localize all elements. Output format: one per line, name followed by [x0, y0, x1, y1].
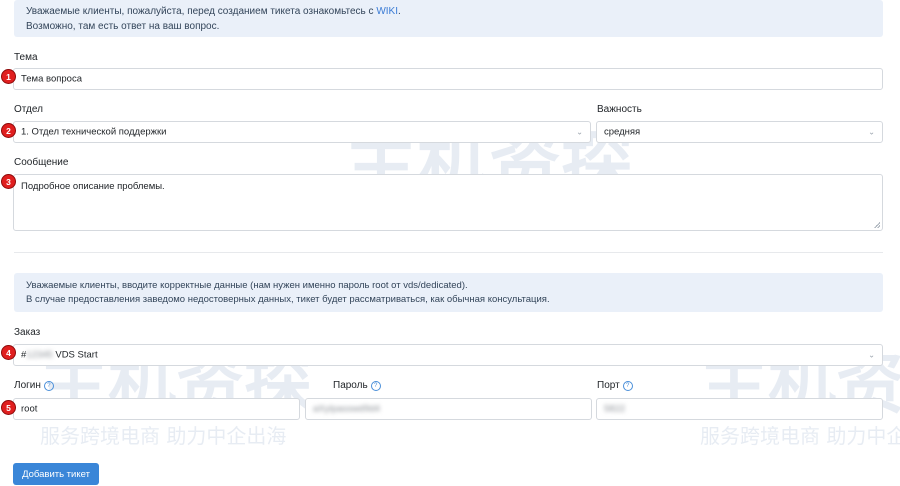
message-value: Подробное описание проблемы. — [21, 181, 165, 192]
wiki-notice-line2: Возможно, там есть ответ на ваш вопрос. — [26, 21, 220, 32]
credentials-notice: Уважаемые клиенты, вводите корректные да… — [14, 273, 883, 312]
chevron-down-icon: ⌄ — [576, 127, 583, 137]
help-icon[interactable]: ? — [370, 381, 381, 391]
password-label-text: Пароль — [333, 380, 368, 391]
wiki-notice-line1: Уважаемые клиенты, пожалуйста, перед соз… — [26, 4, 871, 19]
chevron-down-icon: ⌄ — [868, 350, 875, 360]
section-divider — [14, 252, 883, 253]
step-badge-1: 1 — [1, 69, 16, 84]
wiki-notice-text: Уважаемые клиенты, пожалуйста, перед соз… — [26, 6, 374, 17]
port-label-text: Порт — [597, 380, 620, 391]
login-label: Логин? — [14, 380, 54, 391]
step-badge-2: 2 — [1, 123, 16, 138]
port-value: 5822 — [604, 403, 626, 415]
port-label: Порт? — [597, 380, 633, 391]
message-label: Сообщение — [14, 157, 69, 168]
add-ticket-button[interactable]: Добавить тикет — [13, 463, 99, 485]
watermark-left-small: 服务跨境电商 助力中企出海 — [40, 424, 287, 448]
credentials-notice-line2: В случае предоставления заведомо недосто… — [26, 293, 550, 305]
chevron-down-icon: ⌄ — [868, 127, 875, 137]
message-textarea[interactable]: Подробное описание проблемы. — [13, 174, 883, 231]
step-badge-5: 5 — [1, 400, 16, 415]
port-input[interactable]: 5822 — [596, 398, 883, 420]
login-label-text: Логин — [14, 380, 41, 391]
order-label: Заказ — [14, 327, 41, 338]
department-value: 1. Отдел технической поддержки — [21, 126, 167, 138]
order-number-redacted: 12345 — [26, 349, 53, 361]
wiki-notice: Уважаемые клиенты, пожалуйста, перед соз… — [14, 0, 883, 37]
department-select[interactable]: 1. Отдел технической поддержки ⌄ — [13, 121, 591, 143]
order-value: #12345 VDS Start — [21, 350, 98, 361]
help-icon[interactable]: ? — [622, 381, 633, 391]
credentials-notice-line1: Уважаемые клиенты, вводите корректные да… — [26, 280, 468, 291]
priority-value: средняя — [604, 126, 641, 138]
step-badge-4: 4 — [1, 345, 16, 360]
resize-handle-icon[interactable] — [874, 222, 880, 228]
subject-value: Тема вопроса — [21, 73, 82, 85]
wiki-notice-period: . — [397, 6, 401, 17]
password-input[interactable]: aXyIpasswd9d4 — [305, 398, 592, 420]
watermark-right-small: 服务跨境电商 助力中企出海 — [700, 424, 900, 448]
password-label: Пароль? — [333, 380, 381, 391]
subject-input[interactable]: Тема вопроса — [13, 68, 883, 90]
wiki-link[interactable]: WIKI — [376, 6, 398, 17]
order-select[interactable]: #12345 VDS Start ⌄ — [13, 344, 883, 366]
step-badge-3: 3 — [1, 174, 16, 189]
help-icon[interactable]: ? — [43, 381, 54, 391]
subject-label: Тема — [14, 52, 38, 63]
login-input[interactable]: root — [13, 398, 300, 420]
priority-label: Важность — [597, 104, 642, 115]
login-value: root — [21, 403, 38, 415]
department-label: Отдел — [14, 104, 43, 115]
priority-select[interactable]: средняя ⌄ — [596, 121, 883, 143]
password-value: aXyIpasswd9d4 — [313, 403, 381, 415]
order-plan-name: VDS Start — [55, 349, 98, 361]
